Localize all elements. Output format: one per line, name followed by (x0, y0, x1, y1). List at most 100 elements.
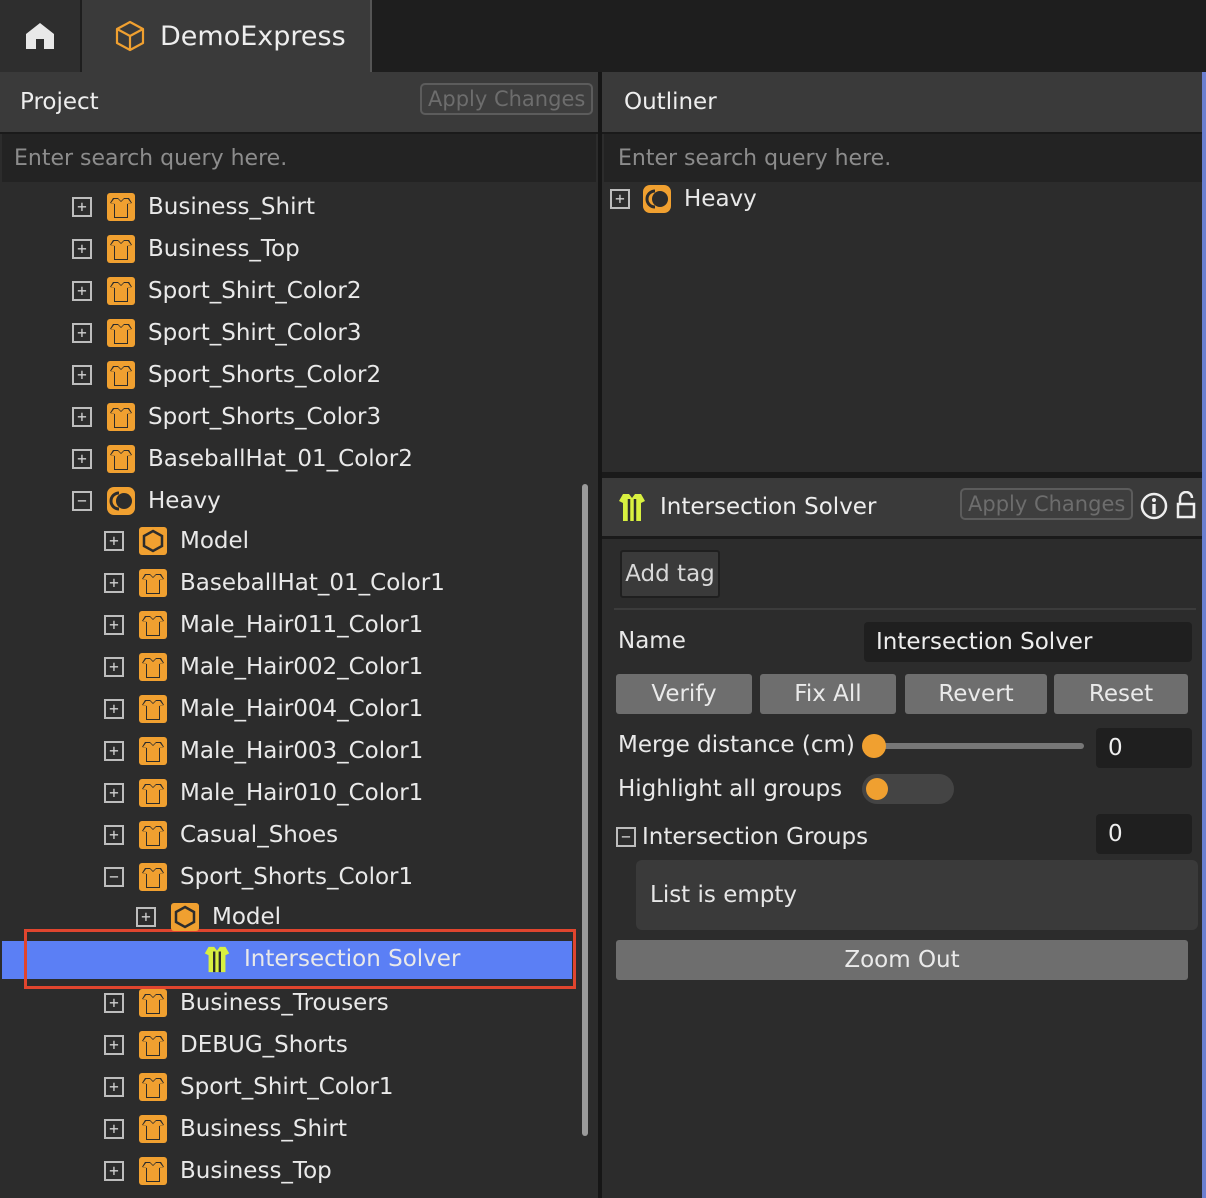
shirt-icon (106, 192, 136, 222)
home-tab[interactable] (0, 0, 80, 72)
highlight-groups-label: Highlight all groups (618, 776, 843, 802)
fix-all-button[interactable]: Fix All (760, 674, 896, 714)
expand-toggle[interactable]: + (104, 783, 124, 803)
tree-item[interactable]: + Business_Top (104, 1150, 332, 1192)
expand-toggle[interactable]: + (72, 449, 92, 469)
collapse-toggle[interactable]: − (72, 491, 92, 511)
model-icon (170, 902, 200, 932)
groups-count-field[interactable]: 0 (1096, 814, 1192, 854)
cube-icon (115, 20, 145, 52)
expand-toggle[interactable]: + (104, 1035, 124, 1055)
tree-item[interactable]: + Male_Hair002_Color1 (104, 646, 423, 688)
apply-changes-button[interactable]: Apply Changes (960, 488, 1134, 520)
tree-item-label: Intersection Solver (244, 946, 461, 972)
expand-toggle[interactable]: + (104, 573, 124, 593)
expand-toggle[interactable]: + (72, 323, 92, 343)
merge-distance-label: Merge distance (cm) (618, 732, 855, 758)
tree-item[interactable]: − Heavy (72, 480, 221, 522)
tree-item[interactable]: + Casual_Shoes (104, 814, 338, 856)
tree-item[interactable]: + Male_Hair003_Color1 (104, 730, 423, 772)
tree-item[interactable]: − Sport_Shorts_Color1 (104, 856, 413, 898)
highlight-groups-toggle[interactable] (862, 774, 954, 804)
tree-item-label: Male_Hair003_Color1 (180, 738, 424, 764)
expand-toggle[interactable]: + (104, 531, 124, 551)
tree-item[interactable]: + Sport_Shirt_Color2 (72, 270, 361, 312)
tree-item[interactable]: + Sport_Shorts_Color2 (72, 354, 381, 396)
tree-item-selected[interactable]: Intersection Solver (168, 938, 460, 980)
tree-item-label: Sport_Shorts_Color2 (148, 362, 382, 388)
name-field[interactable]: Intersection Solver (864, 622, 1192, 662)
tree-item[interactable]: + Male_Hair010_Color1 (104, 772, 423, 814)
avatar-icon (106, 486, 136, 516)
expand-toggle[interactable]: + (72, 197, 92, 217)
expand-toggle[interactable]: + (104, 615, 124, 635)
list-item[interactable]: + Heavy (610, 178, 757, 220)
tree-item[interactable]: + Male_Hair004_Color1 (104, 688, 423, 730)
tree-item[interactable]: + BaseballHat_01_Color1 (104, 562, 445, 604)
tree-item-label: Sport_Shorts_Color3 (148, 404, 382, 430)
shirt-icon (106, 360, 136, 390)
shirt-icon (138, 610, 168, 640)
tree-item-label: Male_Hair004_Color1 (180, 696, 424, 722)
expand-toggle[interactable]: + (136, 907, 156, 927)
scrollbar[interactable] (1202, 72, 1206, 1198)
solver-icon (202, 944, 232, 974)
expand-toggle[interactable]: + (72, 365, 92, 385)
shirt-icon (138, 1072, 168, 1102)
merge-distance-slider[interactable] (862, 734, 1084, 758)
name-label: Name (618, 628, 686, 654)
tree-item[interactable]: + Sport_Shirt_Color3 (72, 312, 361, 354)
shirt-icon (138, 1156, 168, 1186)
reset-button[interactable]: Reset (1054, 674, 1188, 714)
divider (614, 608, 1196, 610)
tree-item[interactable]: + Business_Trousers (104, 982, 389, 1024)
tree-item-label: Male_Hair011_Color1 (180, 612, 424, 638)
search-input[interactable]: Enter search query here. (2, 134, 596, 182)
outliner-search-input[interactable]: Enter search query here. (604, 134, 1202, 182)
tree-item[interactable]: + Business_Shirt (72, 186, 315, 228)
expand-toggle[interactable]: + (104, 1077, 124, 1097)
scrollbar[interactable] (582, 484, 588, 1136)
merge-distance-field[interactable]: 0 (1096, 728, 1192, 768)
tree-item[interactable]: + Male_Hair011_Color1 (104, 604, 423, 646)
tree-item[interactable]: + Business_Top (72, 228, 300, 270)
shirt-icon (106, 234, 136, 264)
groups-header[interactable]: − Intersection Groups (616, 824, 868, 850)
expand-toggle[interactable]: + (104, 741, 124, 761)
shirt-icon (138, 1030, 168, 1060)
zoom-out-button[interactable]: Zoom Out (616, 940, 1188, 980)
expand-toggle[interactable]: + (104, 993, 124, 1013)
unlock-icon[interactable] (1176, 491, 1196, 519)
tree-item[interactable]: + BaseballHat_01_Color2 (72, 438, 413, 480)
expand-toggle[interactable]: + (104, 1119, 124, 1139)
expand-toggle[interactable]: + (104, 657, 124, 677)
collapse-toggle[interactable]: − (104, 867, 124, 887)
info-icon[interactable] (1140, 492, 1168, 520)
expand-toggle[interactable]: + (72, 407, 92, 427)
tree-item[interactable]: + Sport_Shirt_Color1 (104, 1066, 393, 1108)
verify-button[interactable]: Verify (616, 674, 752, 714)
shirt-icon (106, 444, 136, 474)
shirt-icon (138, 988, 168, 1018)
solver-icon (619, 494, 645, 521)
apply-changes-button[interactable]: Apply Changes (420, 83, 594, 115)
revert-button[interactable]: Revert (905, 674, 1047, 714)
expand-toggle[interactable]: + (610, 189, 630, 209)
tree-item[interactable]: + Model (104, 520, 249, 562)
tab-project[interactable]: DemoExpress (82, 0, 372, 72)
expand-toggle[interactable]: + (104, 825, 124, 845)
expand-toggle[interactable]: + (72, 281, 92, 301)
expand-toggle[interactable]: + (104, 699, 124, 719)
tree-item[interactable]: + Business_Shirt (104, 1108, 347, 1150)
slider-knob[interactable] (862, 734, 886, 758)
collapse-toggle[interactable]: − (616, 827, 636, 847)
tree-item[interactable]: + DEBUG_Shorts (104, 1024, 348, 1066)
inspector-header: Intersection Solver Apply Changes (602, 478, 1202, 536)
expand-toggle[interactable]: + (104, 1161, 124, 1181)
tree-item[interactable]: + Model (136, 896, 281, 938)
toggle-knob (866, 778, 888, 800)
tree-item-label: Male_Hair002_Color1 (180, 654, 424, 680)
add-tag-button[interactable]: Add tag (620, 550, 720, 598)
expand-toggle[interactable]: + (72, 239, 92, 259)
tree-item[interactable]: + Sport_Shorts_Color3 (72, 396, 381, 438)
